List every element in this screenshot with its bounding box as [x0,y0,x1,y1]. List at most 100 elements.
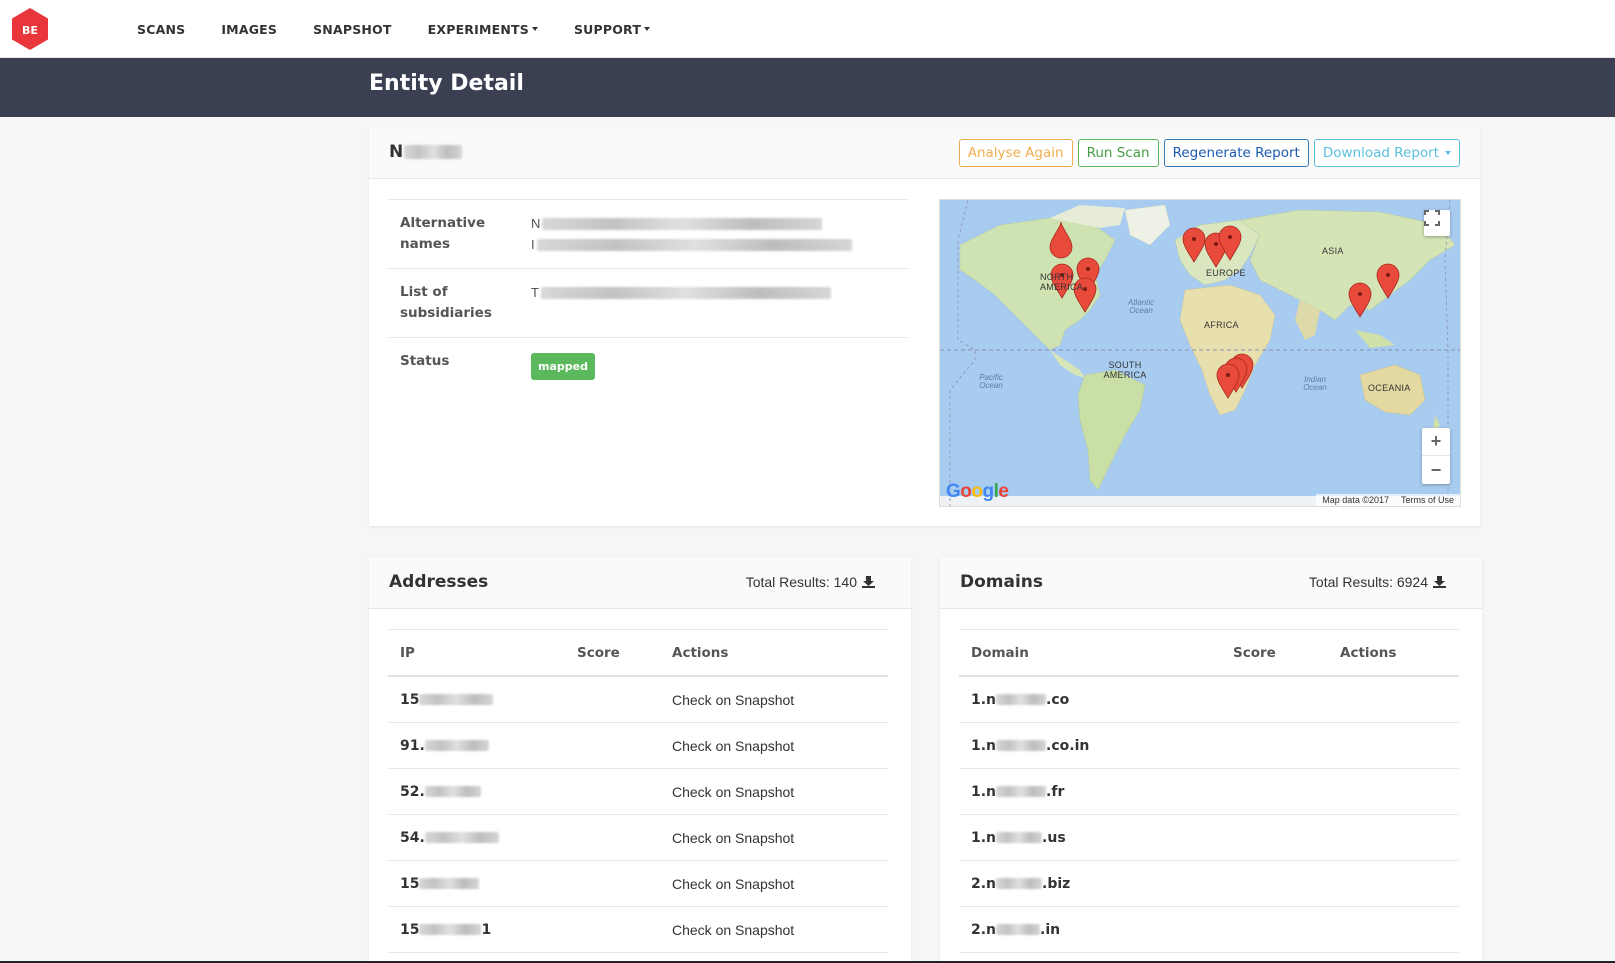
check-on-snapshot-link[interactable]: Check on Snapshot [672,784,794,800]
column-score[interactable]: Score [577,645,672,661]
redacted-text [996,924,1041,935]
table-row: 1.n .co [959,677,1459,723]
addresses-title: Addresses [389,572,489,592]
domain-suffix: .us [1042,829,1066,846]
column-score[interactable]: Score [1233,645,1340,661]
entity-name: N [389,142,463,162]
download-report-dropdown[interactable]: Download Report [1313,139,1460,167]
fullscreen-button[interactable] [1424,210,1450,236]
map-label-pacific: Pacific Ocean [979,373,1003,390]
column-ip[interactable]: IP [400,645,577,661]
domain-suffix: .co [1046,691,1070,708]
table-row: 52. Check on Snapshot [388,769,888,815]
ip-cell: 52. [400,784,672,800]
download-icon[interactable] [862,576,875,588]
map-label-indian: Indian Ocean [1303,375,1327,392]
check-on-snapshot-link[interactable]: Check on Snapshot [672,922,794,938]
entity-actions: Analyse Again Run Scan Regenerate Report… [958,139,1460,167]
domain-prefix: 1.n [971,829,997,846]
redacted-text [419,694,494,705]
terms-of-use-link[interactable]: Terms of Use [1401,495,1454,505]
nav-snapshot-label: SNAPSHOT [313,21,392,37]
redacted-text [996,786,1047,797]
entity-panel-header: N Analyse Again Run Scan Regenerate Repo… [369,127,1480,179]
alternative-names-value: N I [531,213,896,255]
column-actions[interactable]: Actions [672,645,728,661]
land-south-america [1077,369,1146,491]
map-attribution: Map data ©2017 Terms of Use [1316,494,1460,506]
google-logo[interactable]: Google [946,481,1009,503]
brand-logo[interactable]: BE [8,7,52,51]
download-icon[interactable] [1433,576,1446,588]
nav-scans[interactable]: SCANS [137,22,185,37]
domain-suffix: .fr [1046,783,1065,800]
redacted-text [996,694,1047,705]
map-label-europe: EUROPE [1206,268,1246,278]
domain-suffix: .biz [1042,875,1071,892]
zoom-out-button[interactable]: − [1422,456,1450,484]
entity-name-text: N [389,142,404,162]
column-domain[interactable]: Domain [971,645,1233,661]
alternative-names-row: Alternative names N I [388,199,908,268]
status-badge: mapped [531,353,595,380]
analyse-again-button[interactable]: Analyse Again [958,139,1073,167]
ip-prefix: 15 [400,691,420,708]
nav-images[interactable]: IMAGES [221,22,277,37]
table-row: 1.n .us [959,815,1459,861]
status-value: mapped [531,351,896,380]
domain-cell: 1.n .us [971,830,1066,846]
check-on-snapshot-link[interactable]: Check on Snapshot [672,876,794,892]
map-label-africa: AFRICA [1204,320,1239,330]
domain-prefix: 1.n [971,737,997,754]
domains-table: Domain Score Actions 1.n .co 1.n .co.in 1.… [959,629,1459,953]
land-central-america [1050,350,1085,378]
table-row: 91. Check on Snapshot [388,723,888,769]
table-row: 15 Check on Snapshot [388,677,888,723]
domain-prefix: 2.n [971,875,997,892]
ip-cell: 54. [400,830,672,846]
redacted-text [536,238,852,251]
check-on-snapshot-link[interactable]: Check on Snapshot [672,830,794,846]
run-scan-button[interactable]: Run Scan [1077,139,1159,167]
addresses-total-label: Total Results: 140 [745,574,857,590]
regenerate-report-button[interactable]: Regenerate Report [1163,139,1309,167]
table-row: 1.n .co.in [959,723,1459,769]
entity-panel: N Analyse Again Run Scan Regenerate Repo… [369,127,1480,526]
alt-names-text-2: I [531,237,535,252]
page-title: Entity Detail [369,71,524,96]
table-row: 15 Check on Snapshot [388,861,888,907]
check-on-snapshot-link[interactable]: Check on Snapshot [672,738,794,754]
table-row: 1.n .fr [959,769,1459,815]
check-on-snapshot-link[interactable]: Check on Snapshot [672,692,794,708]
ip-cell: 15 [400,692,672,708]
map-label-south-america: SOUTH AMERICA [1103,360,1147,380]
status-label: Status [400,353,450,369]
domains-total-label: Total Results: 6924 [1308,574,1428,590]
nav-snapshot[interactable]: SNAPSHOT [313,22,392,37]
nav-images-label: IMAGES [221,21,278,37]
map-label-atlantic: Atlantic Ocean [1127,298,1155,315]
addresses-total: Total Results: 140 [746,574,875,590]
caret-down-icon [1445,151,1451,155]
domains-title: Domains [960,572,1044,592]
map-label-north-america: NORTH AMERICA [1040,272,1084,292]
subsidiaries-value: T [531,282,896,324]
table-row: 2.n .in [959,907,1459,953]
domains-panel: Domains Total Results: 6924 Domain Score… [940,557,1482,963]
nav-support-dropdown[interactable]: SUPPORT [573,21,651,37]
nav-support-label: SUPPORT [573,21,642,37]
addresses-table: IP Score Actions 15 Check on Snapshot 91… [388,629,888,953]
nav-experiments-dropdown[interactable]: EXPERIMENTS [428,22,538,37]
column-actions[interactable]: Actions [1340,645,1396,661]
domain-cell: 1.n .co.in [971,738,1089,754]
ip-prefix: 52. [400,783,425,800]
map-pin-icon[interactable] [1348,282,1372,318]
redacted-text [404,145,463,159]
table-header: Domain Score Actions [959,630,1459,677]
zoom-in-button[interactable]: + [1422,428,1450,456]
redacted-text [996,878,1043,889]
redacted-text [996,740,1047,751]
subsidiaries-label: List of subsidiaries [400,284,492,321]
domain-prefix: 2.n [971,921,997,938]
world-map[interactable]: ASIA EUROPE AFRICA NORTH AMERICA SOUTH A… [939,199,1461,507]
